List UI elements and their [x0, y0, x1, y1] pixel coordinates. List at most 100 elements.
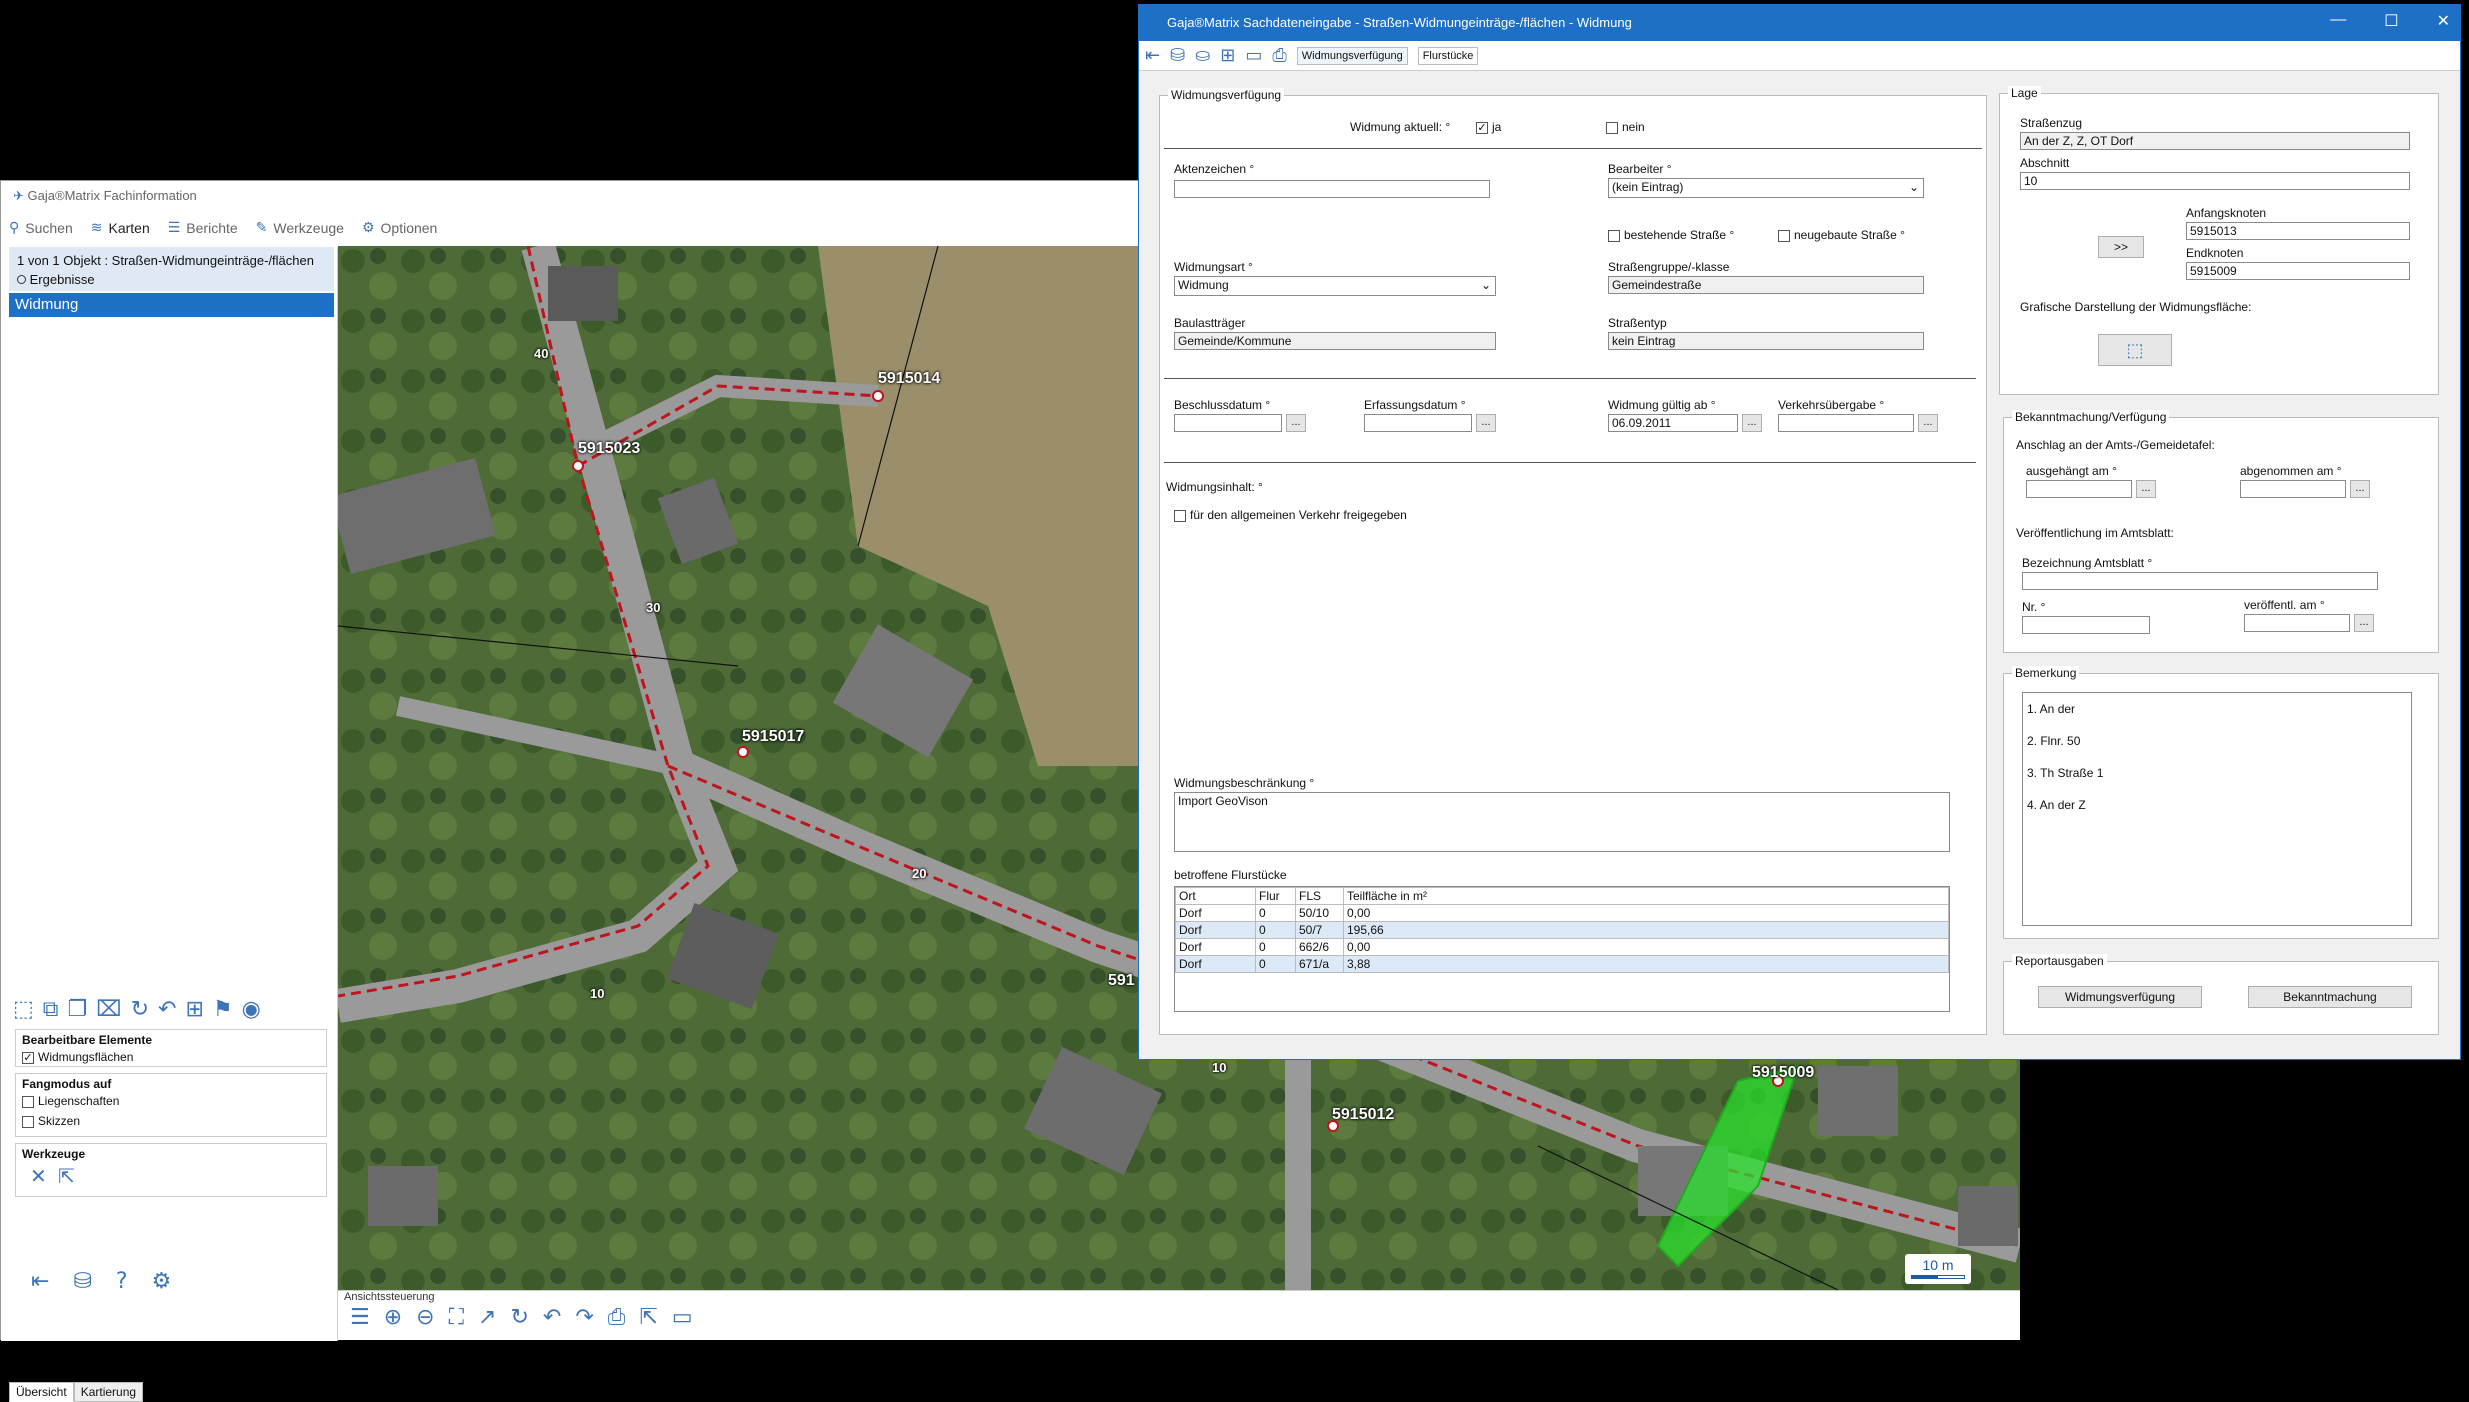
help-icon[interactable]: ? — [116, 1269, 128, 1294]
col-ort[interactable]: Ort — [1175, 887, 1256, 905]
refresh-icon[interactable]: ↻ — [131, 997, 149, 1022]
nein-checkbox[interactable]: nein — [1606, 120, 1645, 134]
print-icon[interactable]: ⎙ — [608, 1305, 626, 1330]
flurstuecke-table: Ort Flur FLS Teilfläche in m² Dorf 0 50/10… — [1174, 886, 1950, 1012]
erfassungsdatum-input[interactable] — [1364, 414, 1472, 432]
veroeffentlicht-am-picker[interactable]: ... — [2354, 614, 2374, 632]
zoom-arrow-icon[interactable]: ↗ — [478, 1305, 496, 1330]
print-icon[interactable]: ⎙ — [1272, 45, 1286, 66]
undo-icon[interactable]: ↶ — [158, 997, 176, 1022]
tab-flurstuecke[interactable]: Flurstücke — [1417, 46, 1479, 65]
view-control-label: Ansichtssteuerung — [344, 1291, 435, 1303]
bearbeiter-label: Bearbeiter ° — [1608, 162, 1672, 176]
abschnitt-input[interactable]: 10 — [2020, 172, 2410, 190]
graphic-area-button[interactable]: ⬚ — [2098, 334, 2172, 366]
ja-checkbox[interactable]: ✓ ja — [1476, 120, 1501, 134]
add-icon[interactable]: ⊞ — [185, 997, 203, 1022]
menu-suchen[interactable]: ⚲ Suchen — [9, 220, 73, 236]
widmungsart-select[interactable]: Widmung ⌄ — [1174, 276, 1496, 296]
ausgehaengt-input[interactable] — [2026, 480, 2132, 498]
table-row[interactable]: Dorf 0 50/10 0,00 — [1175, 904, 1949, 922]
menu-optionen[interactable]: ⚙ Optionen — [362, 220, 437, 236]
new-icon[interactable]: ⊞ — [1220, 45, 1235, 66]
tab-widmungsverfuegung[interactable]: Widmungsverfügung — [1296, 46, 1408, 65]
tab-kartierung[interactable]: Kartierung — [73, 1382, 144, 1402]
main-menu: ⚲ Suchen ≋ Karten ☰ Berichte ✎ Werkzeuge ⚙ Op… — [1, 209, 1141, 247]
info-cursor-icon[interactable]: ⇱ — [639, 1305, 657, 1330]
bezeichnung-input[interactable] — [2022, 572, 2378, 590]
table-row[interactable]: Dorf 0 50/7 195,66 — [1175, 921, 1949, 939]
map-station-label: 10 — [590, 986, 605, 1001]
forward-icon[interactable]: ↷ — [575, 1305, 593, 1330]
allgemeiner-verkehr-checkbox[interactable]: für den allgemeinen Verkehr freigegeben — [1174, 508, 1407, 522]
result-item-widmung[interactable]: Widmung — [9, 293, 334, 317]
col-teilflaeche[interactable]: Teilfläche in m² — [1343, 887, 1949, 905]
anfangsknoten-input[interactable]: 5915013 — [2186, 222, 2410, 240]
abgenommen-picker[interactable]: ... — [2350, 480, 2370, 498]
bestehende-checkbox[interactable]: bestehende Straße ° — [1608, 228, 1734, 242]
col-flur[interactable]: Flur — [1255, 887, 1296, 905]
result-count: 1 von 1 Objekt : Straßen-Widmungeinträge… — [17, 253, 314, 268]
snap-liegenschaften-checkbox[interactable]: Liegenschaften — [22, 1094, 320, 1108]
endknoten-input[interactable]: 5915009 — [2186, 262, 2410, 280]
col-fls[interactable]: FLS — [1295, 887, 1344, 905]
widmungsflaechen-checkbox[interactable]: ✓ Widmungsflächen — [22, 1050, 320, 1064]
zoom-in-icon[interactable]: ⊕ — [384, 1305, 402, 1330]
gueltig-ab-input[interactable]: 06.09.2011 — [1608, 414, 1738, 432]
save-close-icon[interactable]: ⛀ — [1195, 45, 1210, 66]
verkehrsuebergabe-picker[interactable]: ... — [1918, 414, 1938, 432]
save-icon[interactable]: ⛁ — [1170, 45, 1185, 66]
settings-icon[interactable]: ⚙ — [152, 1269, 172, 1294]
edit-toolbar: ⬚ ⧉ ❐ ⌧ ↻ ↶ ⊞ ⚑ ◉ — [13, 992, 333, 1026]
widmungsbeschraenkung-textarea[interactable]: Import GeoVison — [1174, 792, 1950, 852]
save-db-icon[interactable]: ⛁ — [73, 1269, 91, 1294]
minimize-icon[interactable]: — — [2330, 11, 2346, 31]
back-icon[interactable]: ↶ — [543, 1305, 561, 1330]
report-bekanntmachung-button[interactable]: Bekanntmachung — [2248, 986, 2412, 1008]
zoom-out-icon[interactable]: ⊖ — [416, 1305, 434, 1330]
copy-icon[interactable]: ❐ — [68, 997, 88, 1022]
open-folder-icon[interactable]: ▭ — [1245, 45, 1262, 66]
anfangsknoten-label: Anfangsknoten — [2186, 206, 2267, 220]
erfassungsdatum-picker[interactable]: ... — [1476, 414, 1496, 432]
node-select-icon[interactable]: ⧉ — [43, 997, 59, 1022]
beschlussdatum-input[interactable] — [1174, 414, 1282, 432]
bemerkung-textarea[interactable]: 1. An der 2. Flnr. 50 3. Th Straße 1 4. … — [2022, 692, 2412, 926]
view-control-bar: Ansichtssteuerung ☰ ⊕ ⊖ ⛶ ↗ ↻ ↶ ↷ ⎙ ⇱ ▭ — [338, 1290, 2020, 1340]
pick-tool-icon[interactable]: ⇱ — [58, 1164, 75, 1188]
gueltig-ab-picker[interactable]: ... — [1742, 414, 1762, 432]
beschlussdatum-picker[interactable]: ... — [1286, 414, 1306, 432]
abgenommen-input[interactable] — [2240, 480, 2346, 498]
folder-icon[interactable]: ▭ — [672, 1305, 693, 1330]
erase-tool-icon[interactable]: ✕ — [30, 1164, 47, 1188]
snap-skizzen-checkbox[interactable]: Skizzen — [22, 1114, 320, 1128]
ausgehaengt-picker[interactable]: ... — [2136, 480, 2156, 498]
delete-icon[interactable]: ⌧ — [96, 997, 121, 1022]
veroeffentlicht-am-input[interactable] — [2244, 614, 2350, 632]
close-icon[interactable]: ✕ — [2437, 11, 2450, 31]
menu-karten[interactable]: ≋ Karten — [91, 220, 150, 236]
exit-icon[interactable]: ⇤ — [31, 1269, 49, 1294]
table-row[interactable]: Dorf 0 662/6 0,00 — [1175, 938, 1949, 956]
maximize-icon[interactable]: ☐ — [2384, 11, 2398, 31]
verkehrsuebergabe-input[interactable] — [1778, 414, 1914, 432]
exit-icon[interactable]: ⇤ — [1145, 45, 1160, 66]
tab-uebersicht[interactable]: Übersicht — [9, 1382, 74, 1402]
table-row[interactable]: Dorf 0 671/a 3,88 — [1175, 955, 1949, 973]
aktenzeichen-input[interactable] — [1174, 180, 1490, 198]
eye-icon[interactable]: ◉ — [242, 997, 261, 1022]
flag-icon[interactable]: ⚑ — [213, 997, 233, 1022]
zoom-extent-icon[interactable]: ⛶ — [449, 1305, 464, 1330]
neugebaute-checkbox[interactable]: neugebaute Straße ° — [1778, 228, 1905, 242]
menu-werkzeuge[interactable]: ✎ Werkzeuge — [256, 220, 344, 236]
legend-icon[interactable]: ☰ — [350, 1305, 370, 1330]
nr-input[interactable] — [2022, 616, 2150, 634]
swap-nodes-button[interactable]: >> — [2098, 236, 2144, 258]
table-cell: 3,88 — [1343, 955, 1949, 973]
refresh-map-icon[interactable]: ↻ — [510, 1305, 528, 1330]
menu-berichte[interactable]: ☰ Berichte — [168, 220, 238, 236]
results-node[interactable]: Ergebnisse — [17, 270, 326, 289]
report-widmungsverfuegung-button[interactable]: Widmungsverfügung — [2038, 986, 2202, 1008]
bearbeiter-select[interactable]: (kein Eintrag) ⌄ — [1608, 178, 1924, 198]
select-icon[interactable]: ⬚ — [13, 997, 34, 1022]
